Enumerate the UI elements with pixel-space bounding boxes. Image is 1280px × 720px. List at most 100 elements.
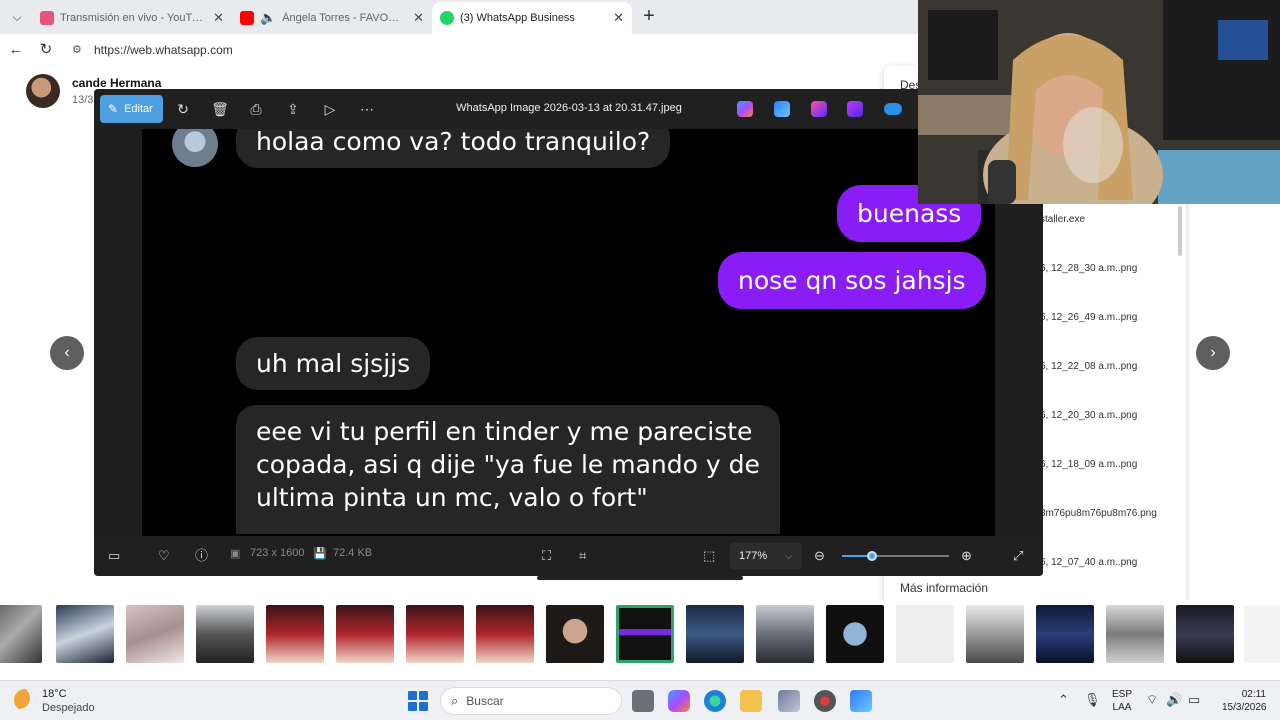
thumbnail[interactable] — [686, 605, 744, 663]
streaming-app-icon[interactable] — [778, 690, 800, 712]
thumbnail[interactable] — [0, 605, 42, 663]
zoom-level-dropdown[interactable]: 177% ⌵ — [730, 543, 802, 569]
image-canvas[interactable]: holaa como va? todo tranquilo? buenass n… — [142, 129, 995, 536]
show-hidden-icons-icon[interactable]: ⌃ — [1058, 692, 1069, 708]
tab-bar: ⌵ Transmisión en vivo - YouTube Studio ✕… — [0, 0, 920, 34]
download-item[interactable]: 6, 12_26_49 a.m..png — [1040, 312, 1137, 323]
new-tab-button[interactable]: + — [638, 6, 660, 28]
battery-icon[interactable]: ▭ — [1188, 692, 1200, 708]
save-icon: 💾 — [313, 548, 327, 560]
thumbnail-selected[interactable] — [616, 605, 674, 663]
delete-icon[interactable]: 🗑 — [210, 99, 230, 119]
download-item[interactable]: 6, 12_07_40 a.m..png — [1040, 557, 1137, 568]
zoom-slider-thumb[interactable] — [866, 551, 877, 561]
viewer-status-bar: ▭ ♡ ⓘ ▣ 723 x 1600 💾 72.4 KB ⛶ ⌗ ⬚ 177% … — [94, 536, 1043, 576]
download-item[interactable]: 8m76pu8m76pu8m76.png — [1040, 508, 1157, 519]
thumbnail[interactable] — [1106, 605, 1164, 663]
task-view-icon[interactable] — [632, 690, 654, 712]
reload-icon[interactable]: ↻ — [36, 40, 56, 60]
more-info-link[interactable]: Más información — [900, 581, 988, 595]
horizontal-scrollbar[interactable] — [537, 576, 743, 580]
avatar[interactable] — [26, 74, 60, 108]
clock[interactable]: 02:11 15/3/2026 — [1222, 688, 1267, 714]
webcam-overlay — [918, 0, 1280, 204]
thumbnail[interactable] — [336, 605, 394, 663]
download-item[interactable]: 6, 12_18_09 a.m..png — [1040, 459, 1137, 470]
next-image-button[interactable]: › — [1196, 336, 1230, 370]
address-bar[interactable]: ⚙ https://web.whatsapp.com — [64, 38, 914, 62]
weather-condition[interactable]: Despejado — [42, 702, 95, 714]
file-explorer-icon[interactable] — [740, 690, 762, 712]
close-icon[interactable]: ✕ — [613, 10, 624, 26]
more-options-icon[interactable]: ⋯ — [357, 99, 377, 119]
message-line: ultima pinta un mc, valo o fort" — [256, 483, 648, 512]
thumbnail[interactable] — [126, 605, 184, 663]
download-item[interactable]: 6, 12_28_30 a.m..png — [1040, 263, 1137, 274]
thumbnail[interactable] — [1036, 605, 1094, 663]
thumbnail[interactable] — [546, 605, 604, 663]
tab-whatsapp[interactable]: (3) WhatsApp Business ✕ — [432, 2, 632, 34]
download-item[interactable]: 6, 12_20_30 a.m..png — [1040, 410, 1137, 421]
wifi-icon[interactable]: ⌔ — [1146, 692, 1158, 708]
thumbnail[interactable] — [476, 605, 534, 663]
close-icon[interactable]: ✕ — [213, 10, 224, 26]
zoom-in-icon[interactable]: ⊕ — [961, 546, 972, 566]
fullscreen-icon[interactable]: ⤢ — [1013, 546, 1023, 566]
designer-icon[interactable] — [811, 101, 827, 117]
share-icon[interactable]: ⇪ — [283, 99, 303, 119]
thumbnail[interactable] — [1244, 605, 1280, 663]
thumbnail[interactable] — [896, 605, 954, 663]
thumbnail[interactable] — [266, 605, 324, 663]
microphone-icon[interactable]: 🎙 — [1084, 692, 1101, 708]
crop-icon[interactable]: ⛶ — [542, 546, 551, 566]
edit-button[interactable]: ✎ Editar — [100, 95, 163, 123]
thumbnail[interactable] — [1176, 605, 1234, 663]
tab-youtube-studio[interactable]: Transmisión en vivo - YouTube Studio ✕ — [32, 5, 232, 31]
copilot-icon[interactable] — [737, 101, 753, 117]
tab-youtube-video[interactable]: 🔈 Ángela Torres - FAVORITA (Official Vid… — [232, 5, 432, 31]
photos-editor-icon[interactable] — [774, 101, 790, 117]
site-info-icon[interactable]: ⚙ — [72, 43, 86, 57]
moon-weather-icon[interactable] — [14, 689, 36, 711]
thumbnail[interactable] — [756, 605, 814, 663]
message-bubble-outgoing: nose qn sos jahsjs — [718, 252, 986, 309]
download-item[interactable]: staller.exe — [1040, 214, 1085, 225]
thumbnail[interactable] — [196, 605, 254, 663]
language-indicator[interactable]: ESP LAA — [1112, 688, 1132, 714]
photos-icon[interactable] — [850, 690, 872, 712]
zoom-level: 177% — [739, 550, 768, 562]
rotate-icon[interactable]: ↻ — [173, 99, 193, 119]
volume-icon[interactable]: 🔊 — [1166, 692, 1182, 708]
weather-temperature[interactable]: 18°C — [42, 688, 67, 700]
zoom-slider[interactable] — [842, 551, 949, 561]
thumbnail[interactable] — [826, 605, 884, 663]
slideshow-icon[interactable]: ▷ — [320, 99, 340, 119]
downloads-scrollbar[interactable] — [1178, 206, 1182, 256]
previous-image-button[interactable]: ‹ — [50, 336, 84, 370]
onedrive-icon[interactable] — [884, 103, 902, 115]
url-text: https://web.whatsapp.com — [94, 43, 233, 57]
taskbar-search[interactable]: ⌕ Buscar — [440, 687, 622, 715]
speaker-icon[interactable]: 🔈 — [260, 10, 276, 26]
visual-search-icon[interactable]: ⌗ — [579, 546, 586, 566]
thumbnail[interactable] — [406, 605, 464, 663]
filmstrip-toggle-icon[interactable]: ▭ — [108, 546, 120, 566]
copilot-icon[interactable] — [668, 690, 690, 712]
tab-search-chevron-icon[interactable]: ⌵ — [8, 8, 26, 26]
print-icon[interactable]: ⎙ — [246, 99, 266, 119]
windows-start-icon[interactable] — [408, 691, 428, 711]
taskbar: 18°C Despejado ⌕ Buscar ⌃ 🎙 ESP LAA ⌔ 🔊 … — [0, 680, 1280, 720]
favorite-icon[interactable]: ♡ — [158, 546, 170, 566]
back-icon[interactable]: ← — [6, 40, 26, 60]
fit-to-window-icon[interactable]: ⬚ — [703, 546, 715, 566]
edge-icon[interactable] — [704, 690, 726, 712]
clipchamp-icon[interactable] — [847, 101, 863, 117]
info-icon[interactable]: ⓘ — [195, 546, 208, 566]
obs-icon[interactable] — [814, 690, 836, 712]
thumbnail[interactable] — [56, 605, 114, 663]
download-item[interactable]: 6, 12_22_08 a.m..png — [1040, 361, 1137, 372]
tab-label: (3) WhatsApp Business — [460, 12, 575, 24]
zoom-out-icon[interactable]: ⊖ — [814, 546, 825, 566]
thumbnail[interactable] — [966, 605, 1024, 663]
close-icon[interactable]: ✕ — [413, 10, 424, 26]
